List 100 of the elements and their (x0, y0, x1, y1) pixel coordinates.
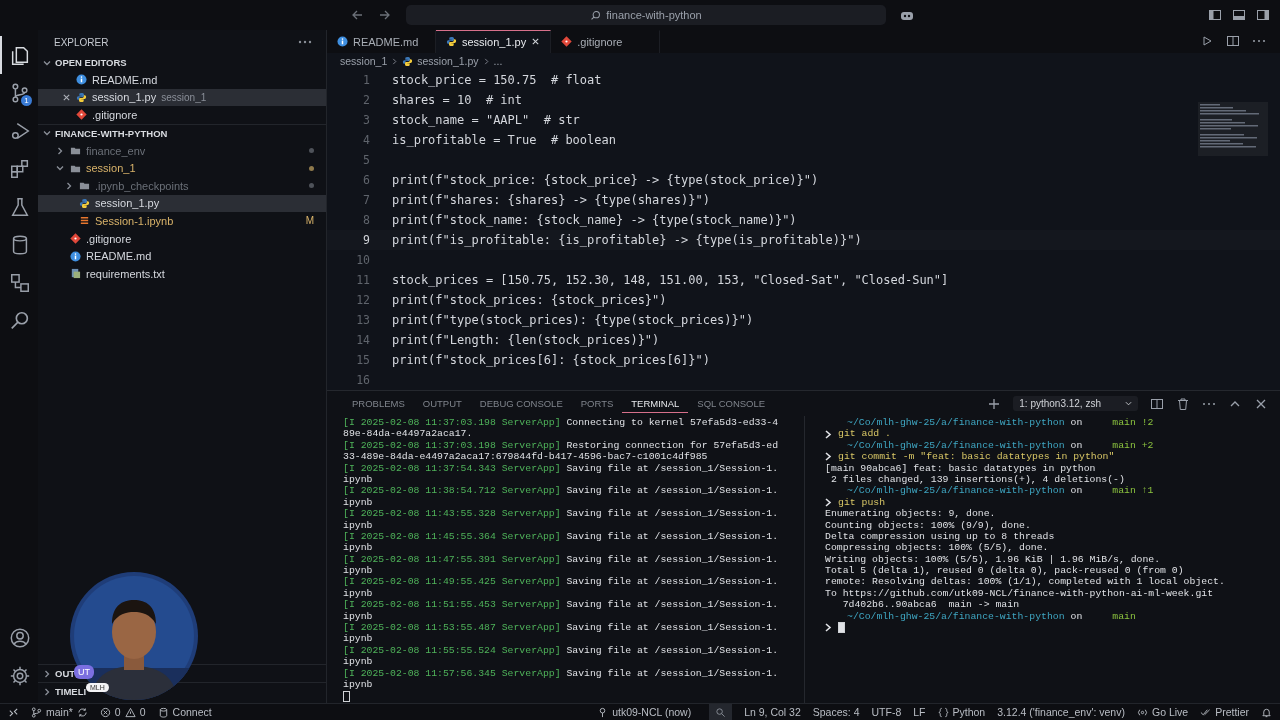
status-item[interactable]: Spaces: 4 (812, 706, 860, 718)
panel-tab[interactable]: DEBUG CONSOLE (470, 394, 572, 413)
terminal-picker[interactable]: 1: python3.12, zsh (1013, 396, 1138, 411)
git-status-letter: M (305, 215, 314, 227)
branch-icon (31, 706, 42, 718)
terminal-line: [I 2025-02-08 11:45:55.364 ServerApp] Saving file at /session_1/Session-1. (343, 530, 780, 543)
git-icon (76, 109, 87, 121)
go-live-button[interactable]: Go Live (1136, 706, 1189, 718)
section-header[interactable]: FINANCE-WITH-PYTHON (55, 127, 168, 139)
status-item[interactable]: UTF-8 (871, 706, 902, 718)
status-dot (309, 183, 314, 189)
remote-button[interactable] (8, 706, 19, 718)
chevron-icon[interactable] (55, 145, 65, 156)
split-editor-icon[interactable] (1226, 34, 1240, 49)
prompt-path: ~/Co/mlh-ghw-25/a/finance-with-python (847, 439, 1065, 452)
close-icon[interactable] (62, 92, 71, 102)
chevron-icon[interactable] (42, 668, 52, 679)
code-line: is_profitable = True # boolean (392, 133, 616, 147)
panel-tab[interactable]: TERMINAL (622, 394, 689, 413)
line-number: 1 (362, 73, 371, 87)
folder-icon (79, 180, 90, 192)
line-number: 3 (362, 113, 371, 127)
file-tree-item[interactable]: Session-1.ipynb M (38, 212, 326, 230)
braces-icon (937, 706, 949, 718)
terminal-line: [I 2025-02-08 11:53:55.487 ServerApp] Saving file at /session_1/Session-1. (343, 622, 780, 634)
prompt-text: on (1070, 439, 1083, 452)
run-icon[interactable] (1200, 34, 1214, 49)
branch-status[interactable]: main* (31, 706, 88, 718)
git-branch-status: main +2 (1112, 439, 1154, 452)
trash-icon[interactable] (1176, 396, 1190, 411)
panel-tab[interactable]: SQL CONSOLE (688, 394, 775, 413)
section-header[interactable]: OUT (55, 668, 76, 679)
file-tree-item[interactable]: requirements.txt (38, 264, 326, 283)
section-header[interactable]: TIMELI (55, 686, 87, 697)
terminal-line: 2 files changed, 139 insertions(+), 4 deletions(-) (829, 473, 1125, 486)
errors-status[interactable]: 0 (99, 706, 121, 718)
open-editor-item[interactable]: .gitignore (38, 106, 326, 124)
language-mode[interactable]: Python (937, 706, 986, 718)
status-dot (309, 148, 314, 154)
chevron-icon[interactable] (42, 686, 52, 697)
notebook-icon (79, 215, 90, 227)
close-icon[interactable] (531, 37, 541, 47)
terminal-line: Delta compression using up to 8 threads (825, 530, 1055, 543)
panel-tab[interactable]: PROBLEMS (343, 394, 414, 413)
file-tree-item[interactable]: finance_env (38, 141, 326, 160)
activity-bar-item[interactable]: 1 (0, 74, 38, 112)
status-dot (309, 165, 314, 171)
breadcrumb-item[interactable]: session_1 (340, 55, 388, 68)
split-icon[interactable] (1150, 396, 1164, 411)
info-icon (337, 36, 348, 48)
panel-tab[interactable]: OUTPUT (413, 394, 471, 413)
warnings-status[interactable]: 0 (124, 706, 146, 718)
status-item[interactable]: LF (913, 706, 926, 718)
code-line: print(f"shares: {shares} -> {type(shares)}") (392, 193, 710, 207)
prompt-text: on (1070, 485, 1083, 497)
prettier-status[interactable]: Prettier (1200, 706, 1249, 718)
python-icon (76, 91, 87, 103)
panel-tab[interactable]: PORTS (571, 394, 623, 413)
terminal-line: [I 2025-02-08 11:49:55.425 ServerApp] Saving file at /session_1/Session-1. (343, 576, 780, 588)
open-editor-item[interactable]: README.md (38, 71, 326, 89)
file-tree-item[interactable]: .gitignore (38, 229, 326, 248)
section-header[interactable]: OPEN EDITORS (55, 57, 127, 68)
status-item[interactable]: 3.12.4 ('finance_env': venv) (997, 706, 1125, 718)
code-line: print(f"is_profitable: {is_profitable} -> {type(is_profitable)}") (392, 233, 862, 247)
plus-icon[interactable] (987, 396, 1002, 411)
dropdown-chevron-icon (1125, 400, 1132, 407)
account-status[interactable]: utk09-NCL (now) (597, 706, 692, 718)
terminal-line: To https://github.com/utk09-NCL/finance-with-python-ai-ml-week.git (825, 587, 1214, 600)
zoom-button[interactable] (709, 704, 733, 720)
breadcrumb-item[interactable]: session_1.py (417, 55, 479, 68)
editor-tab[interactable]: .gitignore (551, 30, 661, 53)
git-icon (70, 233, 81, 245)
sidebar-icon[interactable] (1256, 8, 1270, 22)
breadcrumb-item[interactable]: ... (493, 55, 503, 68)
chevron-icon[interactable] (64, 180, 74, 191)
file-tree-item[interactable]: .ipynb_checkpoints (38, 176, 326, 195)
panel-icon[interactable] (1232, 8, 1246, 22)
connect-button[interactable]: Connect (157, 706, 212, 718)
line-number: 14 (355, 333, 371, 347)
file-tree-item[interactable]: session_1 (38, 159, 326, 177)
layout-icon[interactable] (1208, 8, 1222, 22)
line-number: 8 (362, 213, 371, 227)
line-number: 10 (355, 253, 371, 267)
more-icon[interactable] (298, 40, 312, 44)
back-arrow-icon[interactable] (350, 8, 364, 22)
code-line: print(f"type(stock_prices): {type(stock_prices)}") (392, 313, 754, 327)
command-center-search[interactable]: finance-with-python (406, 5, 886, 25)
open-editor-item[interactable]: session_1.py session_1 (38, 88, 326, 107)
editor-tab[interactable]: session_1.py (436, 30, 552, 53)
code-line: stock_name = "AAPL" # str (392, 113, 580, 127)
terminal-line: ipynb (343, 679, 374, 691)
forward-arrow-icon[interactable] (378, 8, 392, 22)
files-icon (9, 44, 31, 66)
file-tree-item[interactable]: session_1.py (38, 194, 326, 213)
code-line: print(f"stock_prices: {stock_prices}") (392, 293, 667, 307)
status-item[interactable]: Ln 9, Col 32 (744, 706, 801, 718)
git-branch-status: main (1112, 610, 1136, 623)
bell-icon (1261, 706, 1272, 718)
flask-icon (9, 196, 31, 218)
file-tree-item[interactable]: README.md (38, 247, 326, 265)
